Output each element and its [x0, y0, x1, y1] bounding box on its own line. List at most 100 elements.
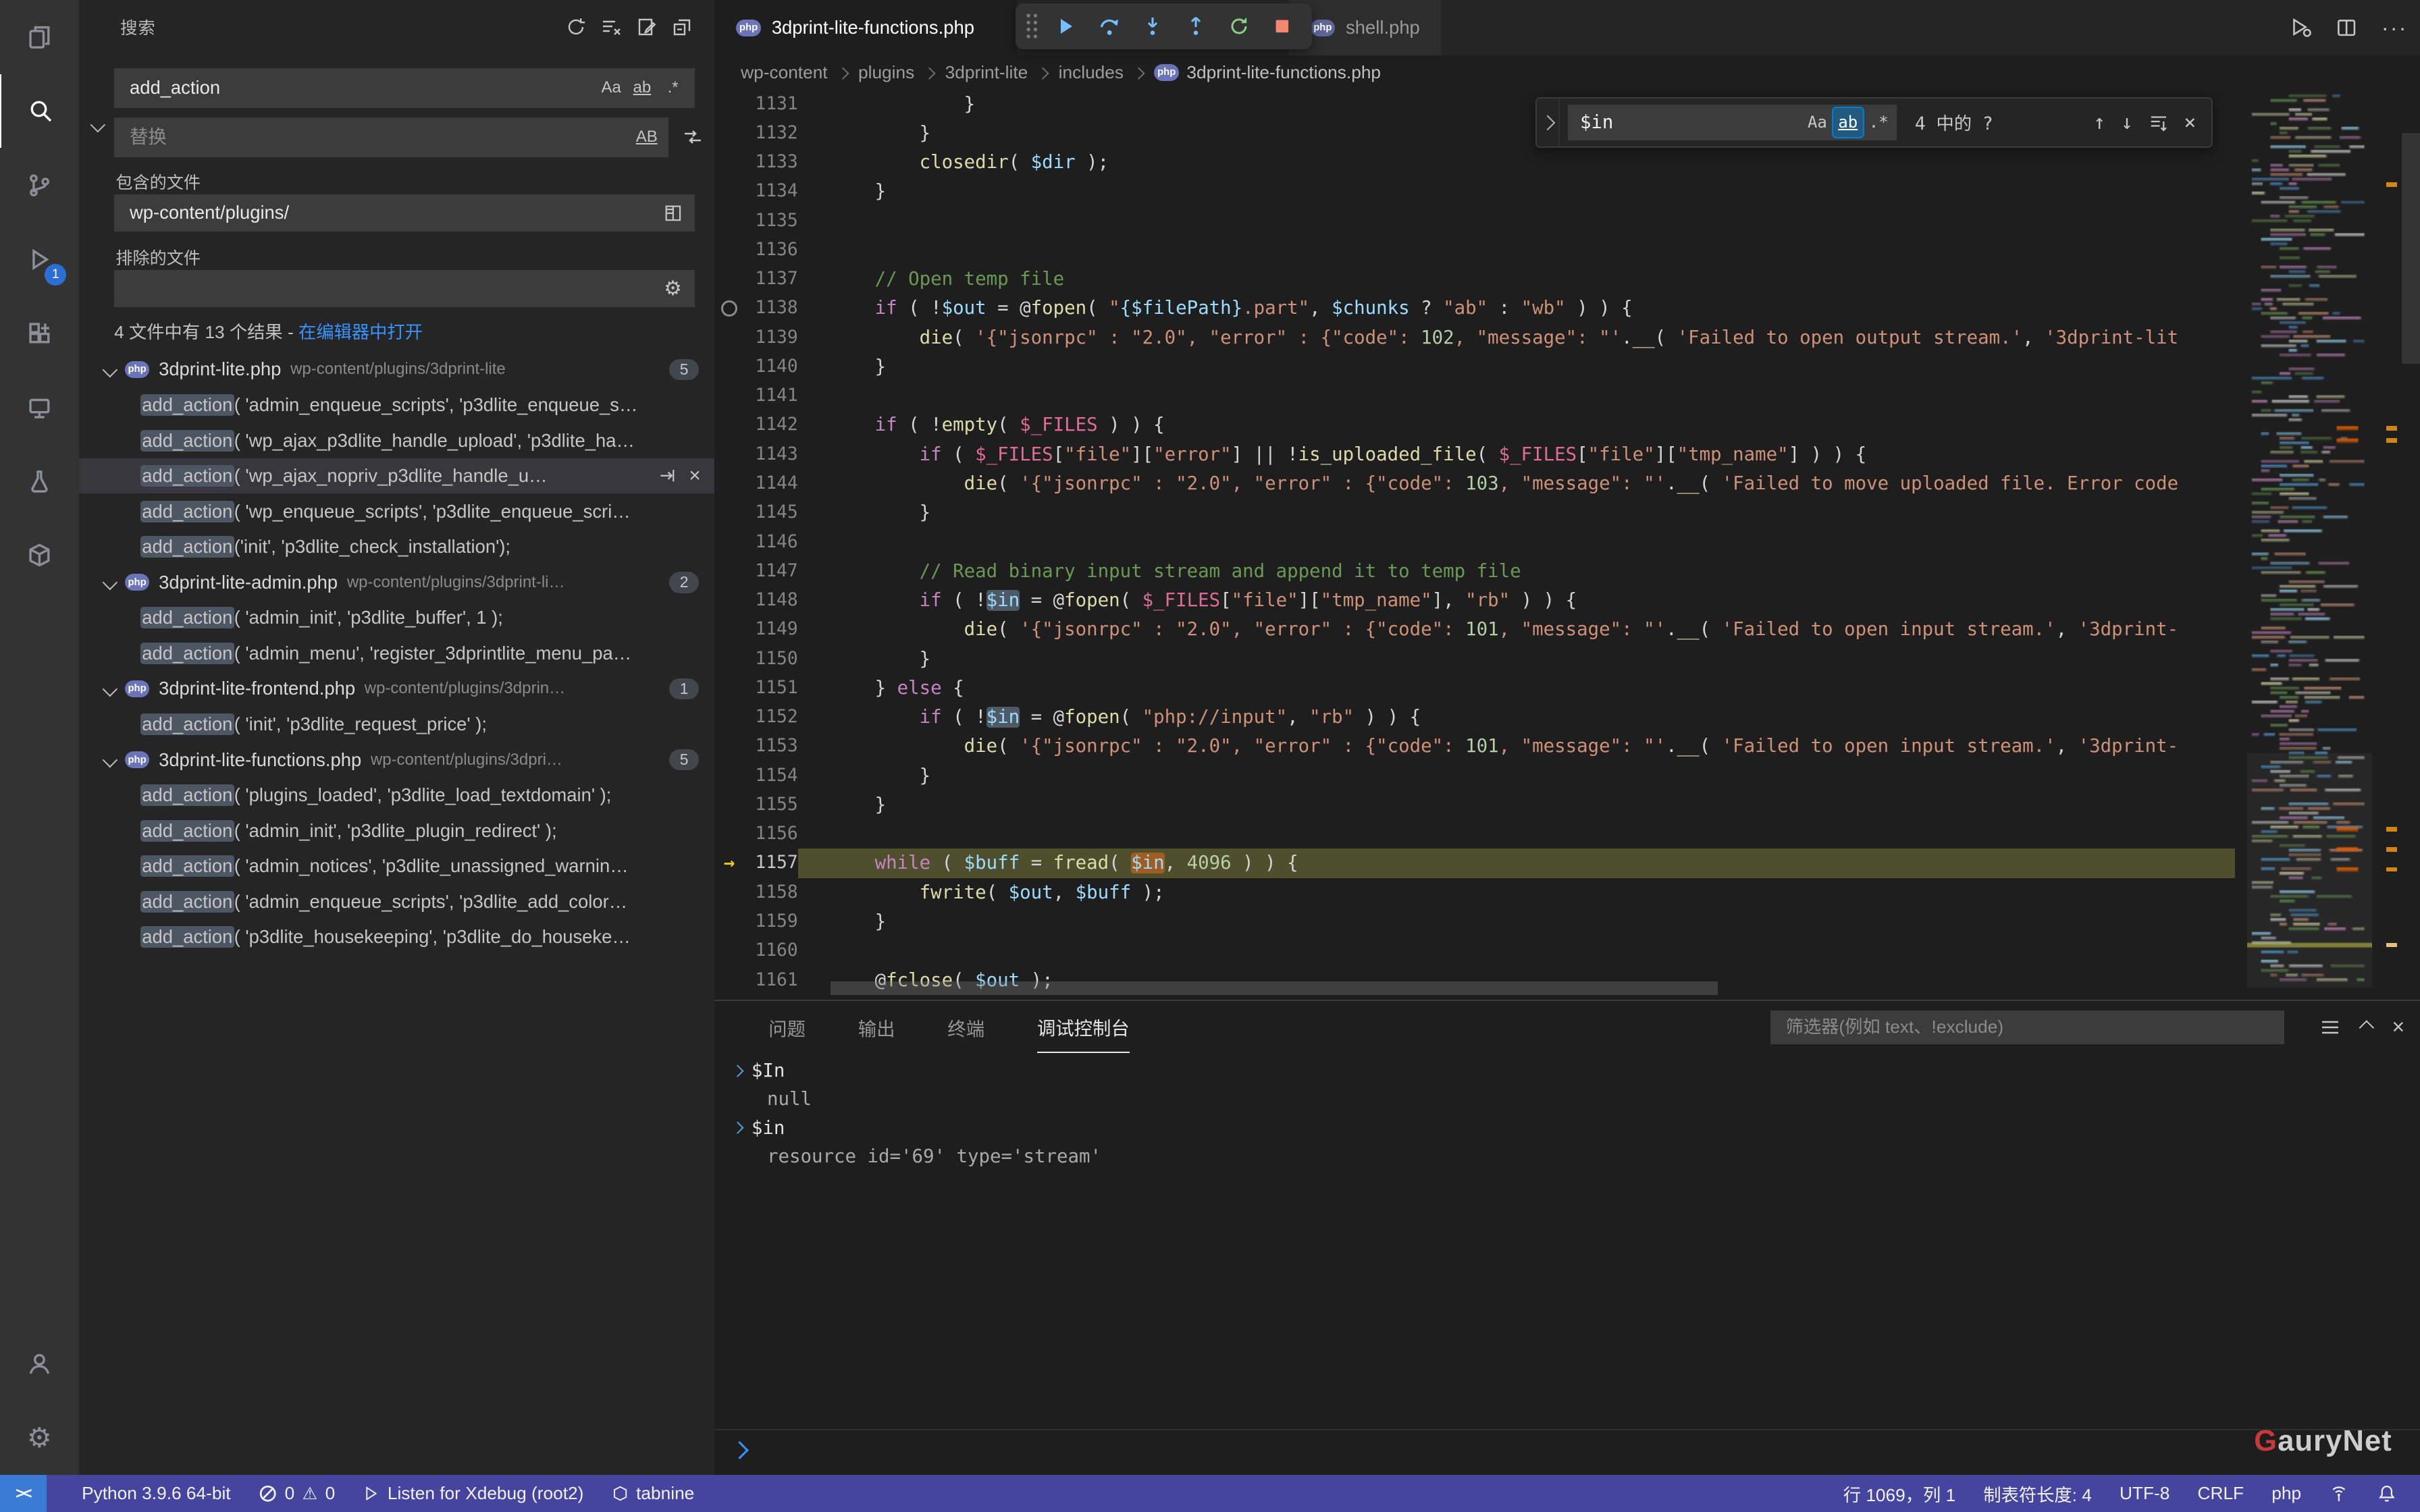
- search-match-row[interactable]: add_action( 'wp_enqueue_scripts', 'p3dli…: [79, 493, 715, 529]
- open-search-editor-icon[interactable]: [636, 16, 658, 38]
- debug-restart-icon[interactable]: [1221, 6, 1258, 46]
- tab-problems[interactable]: 问题: [768, 1002, 806, 1052]
- find-in-selection-icon[interactable]: [2149, 113, 2169, 133]
- gutter[interactable]: [714, 674, 743, 703]
- code-line[interactable]: 1150 }: [714, 645, 2420, 674]
- gutter[interactable]: [714, 119, 743, 148]
- explorer-icon[interactable]: [0, 0, 79, 74]
- gutter[interactable]: [714, 90, 743, 119]
- breadcrumb-item[interactable]: plugins: [858, 62, 914, 83]
- match-case-icon[interactable]: Aa: [596, 72, 627, 103]
- search-file-row[interactable]: php3dprint-lite.phpwp-content/plugins/3d…: [79, 352, 715, 387]
- code-line[interactable]: 1147 // Read binary input stream and app…: [714, 557, 2420, 586]
- breadcrumb-item[interactable]: php3dprint-lite-functions.php: [1154, 62, 1381, 83]
- collapse-all-icon[interactable]: [671, 16, 693, 38]
- gutter[interactable]: [714, 703, 743, 732]
- gutter[interactable]: [714, 645, 743, 674]
- files-include-input[interactable]: [126, 200, 657, 225]
- files-exclude-input[interactable]: [126, 276, 657, 301]
- search-match-row[interactable]: add_action( 'plugins_loaded', 'p3dlite_l…: [79, 778, 715, 813]
- maximize-panel-icon[interactable]: [2361, 1017, 2372, 1038]
- gutter[interactable]: [714, 528, 743, 557]
- package-explorer-icon[interactable]: [0, 518, 79, 593]
- xdebug-item[interactable]: Listen for Xdebug (root2): [349, 1483, 598, 1504]
- panel-menu-icon[interactable]: [2319, 1017, 2341, 1038]
- gutter[interactable]: [714, 557, 743, 586]
- code-line[interactable]: 1143 if ( $_FILES["file"]["error"] || !i…: [714, 440, 2420, 469]
- replace-input[interactable]: [126, 125, 631, 150]
- search-match-row[interactable]: add_action( 'admin_enqueue_scripts', 'p3…: [79, 387, 715, 423]
- dismiss-match-icon[interactable]: ×: [689, 466, 700, 486]
- cursor-position-item[interactable]: 行 1069，列 1: [1829, 1481, 1970, 1507]
- debug-continue-icon[interactable]: [1048, 6, 1085, 46]
- toggle-replace-button[interactable]: [86, 90, 109, 161]
- close-panel-icon[interactable]: ×: [2392, 1015, 2404, 1040]
- debug-step-out-icon[interactable]: [1178, 6, 1215, 46]
- code-line[interactable]: 1146: [714, 528, 2420, 557]
- remote-indicator-icon[interactable]: ><: [0, 1475, 47, 1512]
- open-editors-book-icon[interactable]: [658, 198, 689, 229]
- python-version-item[interactable]: Python 3.9.6 64-bit: [68, 1483, 245, 1504]
- code-line[interactable]: 1134 }: [714, 177, 2420, 206]
- ports-antenna-icon[interactable]: [2315, 1484, 2363, 1504]
- language-mode-item[interactable]: php: [2258, 1483, 2315, 1504]
- code-line[interactable]: 1137 // Open temp file: [714, 265, 2420, 294]
- code-line[interactable]: 1154 }: [714, 761, 2420, 790]
- gutter[interactable]: [714, 498, 743, 527]
- settings-gear-icon[interactable]: ⚙: [0, 1401, 79, 1475]
- search-file-row[interactable]: php3dprint-lite-functions.phpwp-content/…: [79, 742, 715, 778]
- tab-output[interactable]: 输出: [858, 1002, 895, 1052]
- gutter[interactable]: [714, 790, 743, 819]
- replace-all-icon[interactable]: [682, 126, 704, 148]
- code-line[interactable]: 1148 if ( !$in = @fopen( $_FILES["file"]…: [714, 586, 2420, 615]
- search-file-row[interactable]: php3dprint-lite-admin.phpwp-content/plug…: [79, 565, 715, 601]
- horizontal-scrollbar[interactable]: [831, 981, 1718, 996]
- debug-console-input[interactable]: [714, 1429, 2420, 1470]
- find-whole-word-icon[interactable]: ab: [1832, 107, 1864, 138]
- breakpoint-icon[interactable]: [714, 294, 743, 323]
- tab-3dprint-lite-functions[interactable]: php 3dprint-lite-functions.php: [714, 0, 1017, 55]
- search-icon[interactable]: [0, 74, 80, 148]
- code-line[interactable]: 1156: [714, 819, 2420, 848]
- search-match-row[interactable]: add_action( 'admin_enqueue_scripts', 'p3…: [79, 884, 715, 920]
- code-line[interactable]: 1139 die( '{"jsonrpc" : "2.0", "error" :…: [714, 323, 2420, 352]
- exclude-settings-icon[interactable]: ⚙: [658, 273, 689, 304]
- search-match-row[interactable]: add_action( 'wp_ajax_nopriv_p3dlite_hand…: [79, 458, 715, 494]
- find-previous-icon[interactable]: ↑: [2093, 111, 2105, 134]
- gutter[interactable]: [714, 732, 743, 761]
- code-line[interactable]: 1141: [714, 381, 2420, 410]
- search-match-row[interactable]: add_action( 'admin_init', 'p3dlite_plugi…: [79, 813, 715, 848]
- eol-item[interactable]: CRLF: [2184, 1483, 2258, 1504]
- gutter[interactable]: [714, 819, 743, 848]
- run-debug-icon[interactable]: 1: [0, 222, 79, 296]
- split-editor-icon[interactable]: [2335, 16, 2358, 39]
- clear-search-results-icon[interactable]: [600, 16, 622, 38]
- gutter[interactable]: [714, 469, 743, 498]
- tab-terminal[interactable]: 终端: [947, 1002, 984, 1052]
- search-match-row[interactable]: add_action( 'admin_notices', 'p3dlite_un…: [79, 848, 715, 884]
- search-match-row[interactable]: add_action( 'admin_menu', 'register_3dpr…: [79, 636, 715, 672]
- search-match-row[interactable]: add_action('init', 'p3dlite_check_instal…: [79, 529, 715, 565]
- extensions-icon[interactable]: [0, 296, 79, 371]
- breadcrumb-item[interactable]: wp-content: [741, 62, 827, 83]
- gutter[interactable]: [714, 323, 743, 352]
- console-filter-input[interactable]: [1783, 1015, 2272, 1040]
- tabnine-item[interactable]: tabnine: [598, 1483, 708, 1504]
- minimap[interactable]: [2247, 90, 2372, 988]
- code-line[interactable]: 1138 if ( !$out = @fopen( "{$filePath}.p…: [714, 294, 2420, 323]
- encoding-item[interactable]: UTF-8: [2105, 1483, 2184, 1504]
- code-line[interactable]: 1152 if ( !$in = @fopen( "php://input", …: [714, 703, 2420, 732]
- current-statement-arrow-icon[interactable]: →: [714, 848, 743, 878]
- debug-step-into-icon[interactable]: [1134, 6, 1172, 46]
- find-close-icon[interactable]: ×: [2184, 111, 2196, 134]
- vertical-scrollbar[interactable]: [2402, 133, 2420, 364]
- whole-word-icon[interactable]: ab: [627, 72, 658, 103]
- notifications-bell-icon[interactable]: [2363, 1484, 2411, 1504]
- find-regex-icon[interactable]: .*: [1864, 108, 1893, 137]
- gutter[interactable]: [714, 440, 743, 469]
- refresh-icon[interactable]: [565, 16, 587, 38]
- regex-icon[interactable]: .*: [658, 72, 689, 103]
- find-next-icon[interactable]: ↓: [2121, 111, 2133, 134]
- code-line[interactable]: 1135: [714, 207, 2420, 236]
- code-line[interactable]: 1144 die( '{"jsonrpc" : "2.0", "error" :…: [714, 469, 2420, 498]
